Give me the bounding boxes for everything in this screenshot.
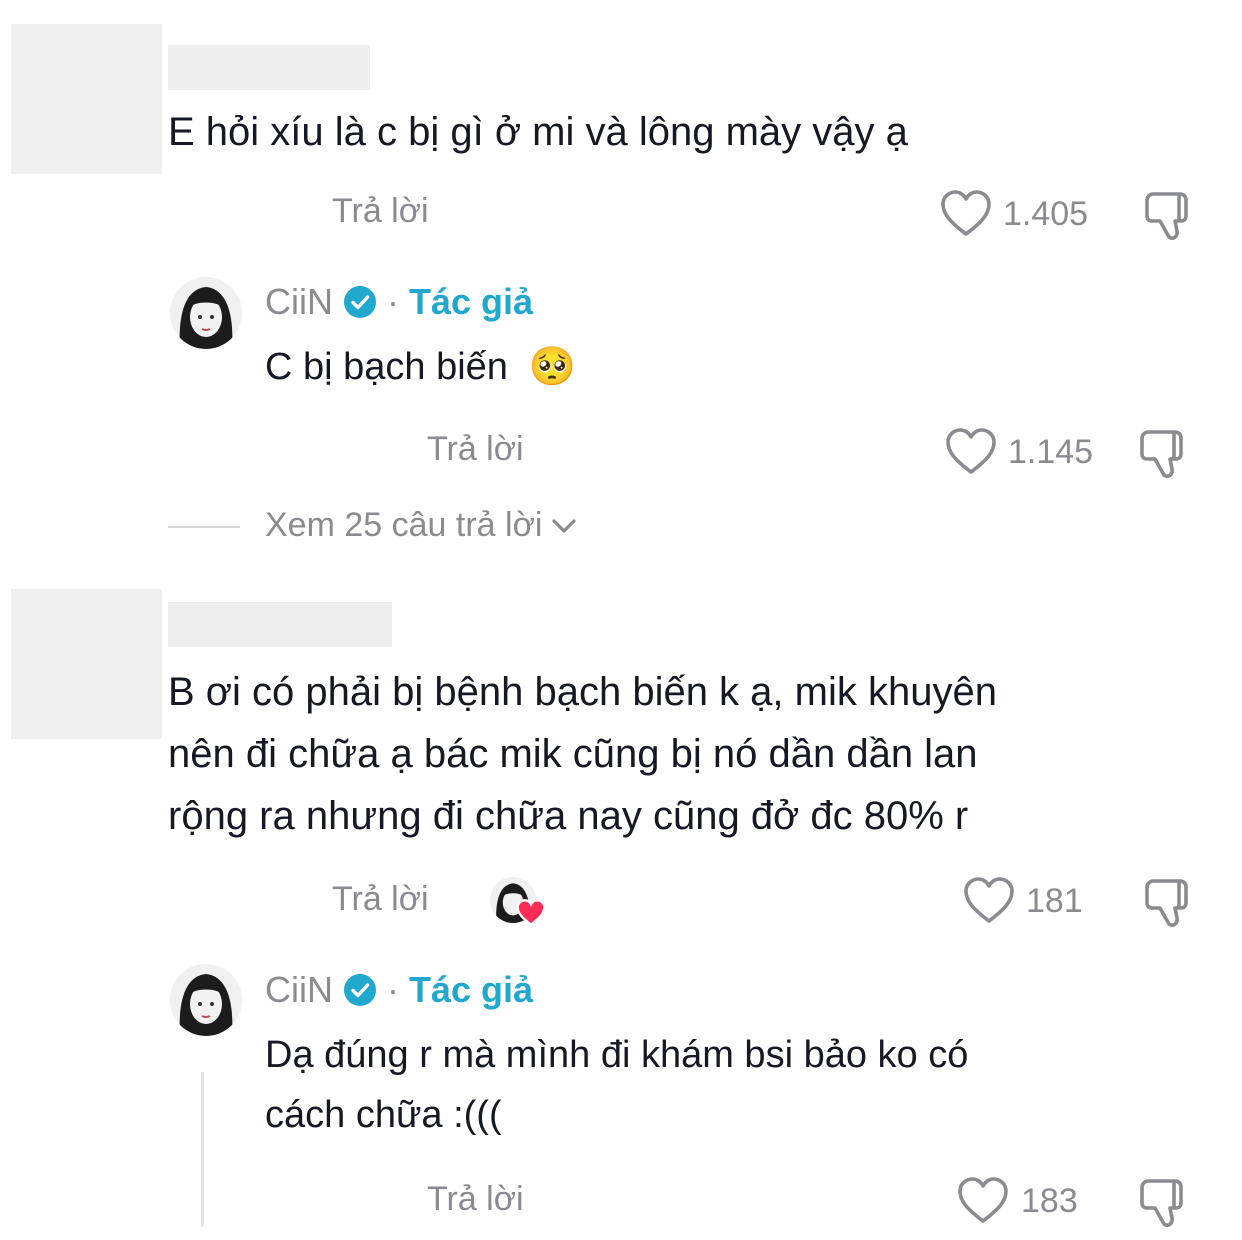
heart-outline-icon bbox=[941, 190, 991, 236]
author-reply-line: Dạ đúng r mà mình đi khám bsi bảo ko có bbox=[265, 1034, 969, 1076]
author-avatar[interactable] bbox=[170, 277, 242, 349]
commenter-avatar-redacted[interactable] bbox=[11, 589, 162, 739]
like-button[interactable] bbox=[940, 190, 992, 238]
thumbs-down-icon bbox=[1145, 879, 1188, 927]
commenter-avatar-redacted[interactable] bbox=[11, 24, 162, 174]
verified-badge-icon bbox=[344, 974, 376, 1006]
dislike-button[interactable] bbox=[1137, 428, 1189, 480]
comment-line: nên đi chữa ạ bác mik cũng bị nó dần dần… bbox=[168, 732, 978, 776]
commenter-name-redacted[interactable] bbox=[168, 45, 370, 90]
view-more-label: Xem 25 câu trả lời bbox=[265, 506, 543, 544]
heart-outline-icon bbox=[946, 428, 996, 474]
commenter-name-redacted[interactable] bbox=[168, 602, 392, 647]
like-count: 1.145 bbox=[1008, 433, 1094, 471]
like-count: 183 bbox=[1021, 1182, 1078, 1220]
verified-badge-icon bbox=[344, 286, 376, 318]
reply-thread-line bbox=[201, 1072, 204, 1227]
author-reply-line: cách chữa :((( bbox=[265, 1094, 502, 1136]
author-username[interactable]: CiiN bbox=[265, 969, 333, 1011]
reply-button[interactable]: Trả lời bbox=[427, 430, 524, 469]
separator-dot: · bbox=[387, 969, 399, 1010]
comment-text: B ơi có phải bị bệnh bạch biến k ạ, mik … bbox=[168, 661, 1228, 847]
author-username[interactable]: CiiN bbox=[265, 281, 333, 323]
like-button[interactable] bbox=[957, 1177, 1009, 1225]
pleading-face-emoji: 🥺 bbox=[528, 346, 576, 388]
author-reply-body: C bị bạch biến bbox=[265, 346, 508, 388]
dislike-button[interactable] bbox=[1137, 1177, 1189, 1229]
reply-button[interactable]: Trả lời bbox=[427, 1180, 524, 1219]
thumbs-down-icon bbox=[1140, 430, 1183, 478]
view-more-replies-button[interactable]: Xem 25 câu trả lời bbox=[265, 506, 578, 545]
creator-liked-indicator bbox=[490, 877, 548, 929]
author-avatar[interactable] bbox=[170, 964, 242, 1036]
comment-line: rộng ra nhưng đi chữa nay cũng đở đc 80%… bbox=[168, 794, 969, 838]
heart-outline-icon bbox=[964, 877, 1014, 923]
like-count: 181 bbox=[1026, 882, 1083, 920]
thumbs-down-icon bbox=[1145, 192, 1188, 240]
heart-outline-icon bbox=[958, 1177, 1008, 1223]
reply-button[interactable]: Trả lời bbox=[332, 880, 429, 919]
dislike-button[interactable] bbox=[1142, 190, 1194, 242]
like-button[interactable] bbox=[963, 877, 1015, 925]
like-button[interactable] bbox=[945, 428, 997, 476]
chevron-down-icon bbox=[552, 518, 577, 533]
author-reply-text: Dạ đúng r mà mình đi khám bsi bảo ko có … bbox=[265, 1025, 1225, 1145]
author-tag: Tác giả bbox=[409, 281, 534, 322]
thumbs-down-icon bbox=[1140, 1179, 1183, 1227]
author-tag: Tác giả bbox=[409, 969, 534, 1010]
author-header: CiiN · Tác giả bbox=[265, 281, 533, 323]
dislike-button[interactable] bbox=[1142, 877, 1194, 929]
author-avatar-image bbox=[170, 277, 242, 349]
author-reply-text: C bị bạch biến 🥺 bbox=[265, 337, 576, 397]
author-header: CiiN · Tác giả bbox=[265, 969, 533, 1011]
separator-dot: · bbox=[387, 281, 399, 322]
view-more-divider bbox=[168, 526, 240, 528]
comment-line: B ơi có phải bị bệnh bạch biến k ạ, mik … bbox=[168, 670, 997, 714]
like-count: 1.405 bbox=[1003, 195, 1089, 233]
heart-filled-icon bbox=[516, 899, 546, 926]
comment-text: E hỏi xíu là c bị gì ở mi và lông mày vậ… bbox=[168, 110, 908, 154]
author-avatar-image bbox=[170, 964, 242, 1036]
reply-button[interactable]: Trả lời bbox=[332, 192, 429, 231]
